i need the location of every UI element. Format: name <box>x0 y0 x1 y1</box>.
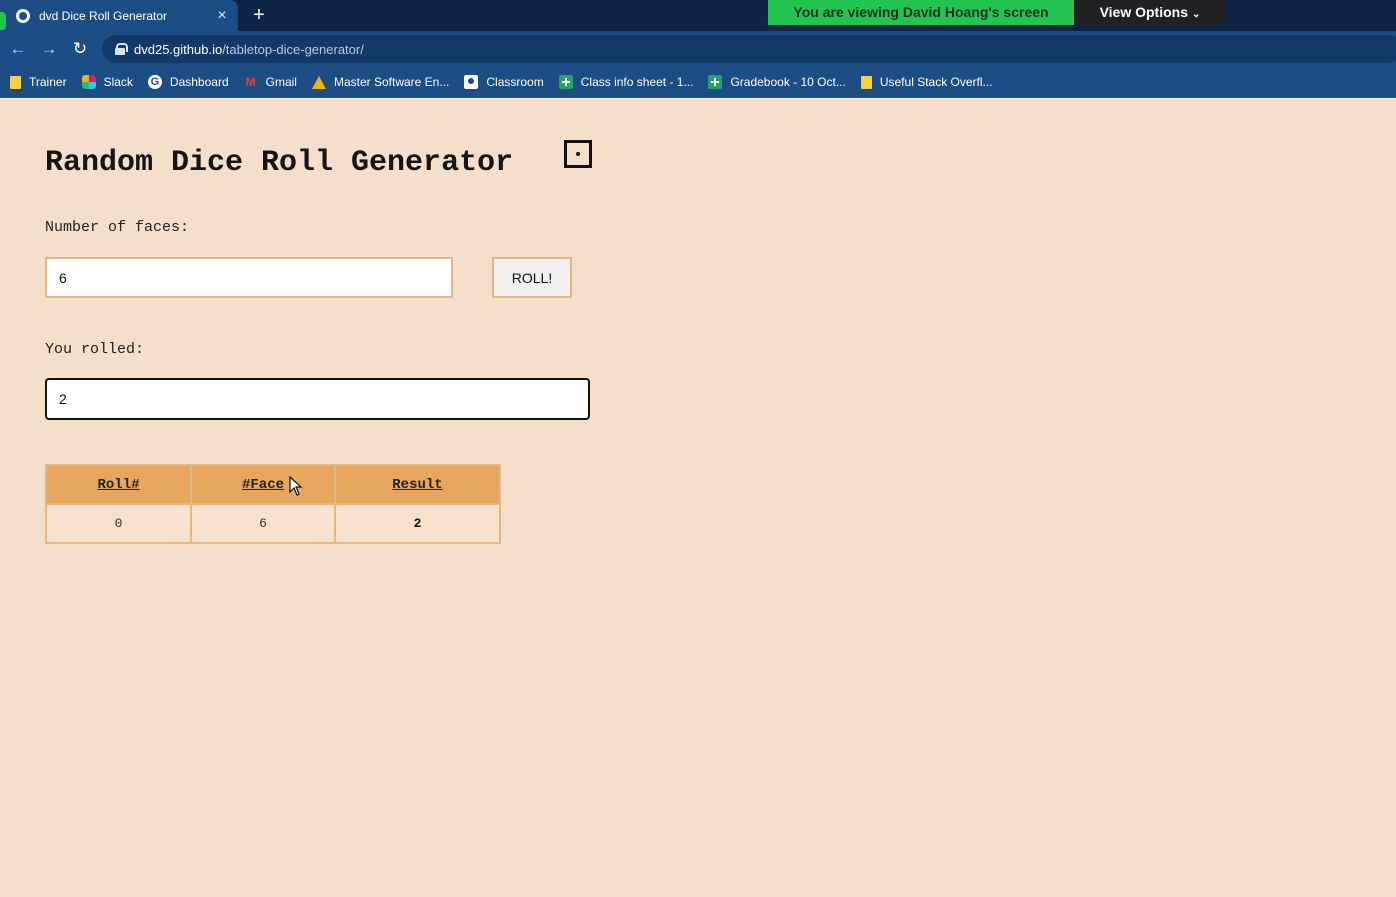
bookmark-trainer[interactable]: Trainer <box>10 75 67 89</box>
header-label: #Face <box>241 476 284 493</box>
lock-icon <box>114 43 128 55</box>
roll-button[interactable]: ROLL! <box>492 257 572 298</box>
bookmark-gmail[interactable]: M Gmail <box>244 75 297 89</box>
new-tab-button[interactable]: + <box>249 2 269 28</box>
bookmark-label: Class info sheet - 1... <box>580 75 694 89</box>
header-roll-number[interactable]: Roll# <box>45 464 192 505</box>
shield-icon <box>0 12 6 30</box>
url-host: dvd25.github.io <box>134 41 223 57</box>
bookmark-label: Gradebook - 10 Oct... <box>730 75 846 89</box>
google-icon: G <box>147 75 162 89</box>
browser-toolbar: ← → ↻ dvd25.github.io/tabletop-dice-gene… <box>0 31 1396 67</box>
result-label: You rolled: <box>45 341 145 358</box>
bookmark-label: Gmail <box>265 75 297 89</box>
bookmark-classroom[interactable]: Classroom <box>464 75 544 89</box>
header-result[interactable]: Result <box>334 464 501 505</box>
bookmark-slack[interactable]: Slack <box>81 75 133 89</box>
header-label: Result <box>392 476 443 493</box>
bookmark-gradebook[interactable]: Gradebook - 10 Oct... <box>708 75 846 89</box>
header-label: Roll# <box>97 476 140 493</box>
bookmark-label: Trainer <box>29 75 67 89</box>
slack-icon <box>81 75 96 89</box>
screen-share-banner: You are viewing David Hoang's screen <box>768 0 1074 25</box>
browser-tab-bar: dvd Dice Roll Generator × + You are view… <box>0 0 1396 31</box>
close-tab-icon[interactable]: × <box>212 7 232 25</box>
bookmarks-bar: Trainer Slack G Dashboard M Gmail Master S… <box>0 67 1396 98</box>
chevron-down-icon: ⌄ <box>1192 9 1201 20</box>
bookmark-label: Useful Stack Overfl... <box>879 75 993 89</box>
url-path: /tabletop-dice-generator/ <box>222 41 364 57</box>
browser-tab[interactable]: dvd Dice Roll Generator × <box>0 0 238 31</box>
url-text: dvd25.github.io/tabletop-dice-generator/ <box>134 42 364 57</box>
drive-icon <box>311 75 326 89</box>
bookmark-useful-stack[interactable]: Useful Stack Overfl... <box>860 75 993 89</box>
cell-face: 6 <box>190 503 336 544</box>
cell-roll-number: 0 <box>45 503 192 544</box>
reload-icon[interactable]: ↻ <box>68 37 92 61</box>
folder-icon <box>10 75 21 89</box>
header-face[interactable]: #Face <box>190 464 336 505</box>
table-header-row: Roll# #Face Result <box>45 464 501 505</box>
faces-input[interactable] <box>45 257 453 298</box>
globe-icon <box>16 8 30 23</box>
tab-title: dvd Dice Roll Generator <box>39 8 168 23</box>
view-options-label: View Options <box>1099 4 1189 20</box>
sheets-icon <box>708 75 723 89</box>
classroom-icon <box>464 75 479 89</box>
gmail-icon: M <box>245 75 256 89</box>
cell-result: 2 <box>334 503 501 544</box>
bookmark-label: Dashboard <box>169 75 229 89</box>
folder-icon <box>860 75 872 89</box>
bookmark-label: Master Software En... <box>333 75 450 89</box>
back-arrow-icon[interactable]: ← <box>6 37 30 61</box>
bookmark-dashboard[interactable]: G Dashboard <box>147 75 229 89</box>
sheets-icon <box>558 75 573 89</box>
address-bar[interactable]: dvd25.github.io/tabletop-dice-generator/ <box>102 35 1396 63</box>
faces-label: Number of faces: <box>45 219 190 236</box>
result-field[interactable] <box>45 378 590 420</box>
page-content: Random Dice Roll Generator Number of fac… <box>0 98 1396 897</box>
bookmark-master-software[interactable]: Master Software En... <box>311 75 450 89</box>
forward-arrow-icon[interactable]: → <box>37 37 61 61</box>
roll-history-table: Roll# #Face Result 0 6 2 <box>45 464 501 544</box>
table-row: 0 6 2 <box>45 503 501 544</box>
page-title: Random Dice Roll Generator <box>45 146 514 180</box>
bookmark-label: Slack <box>103 75 133 89</box>
dice-icon <box>564 140 592 168</box>
bookmark-class-info-sheet[interactable]: Class info sheet - 1... <box>558 75 694 89</box>
bookmark-label: Classroom <box>486 75 544 89</box>
view-options-button[interactable]: View Options ⌄ <box>1074 0 1226 25</box>
